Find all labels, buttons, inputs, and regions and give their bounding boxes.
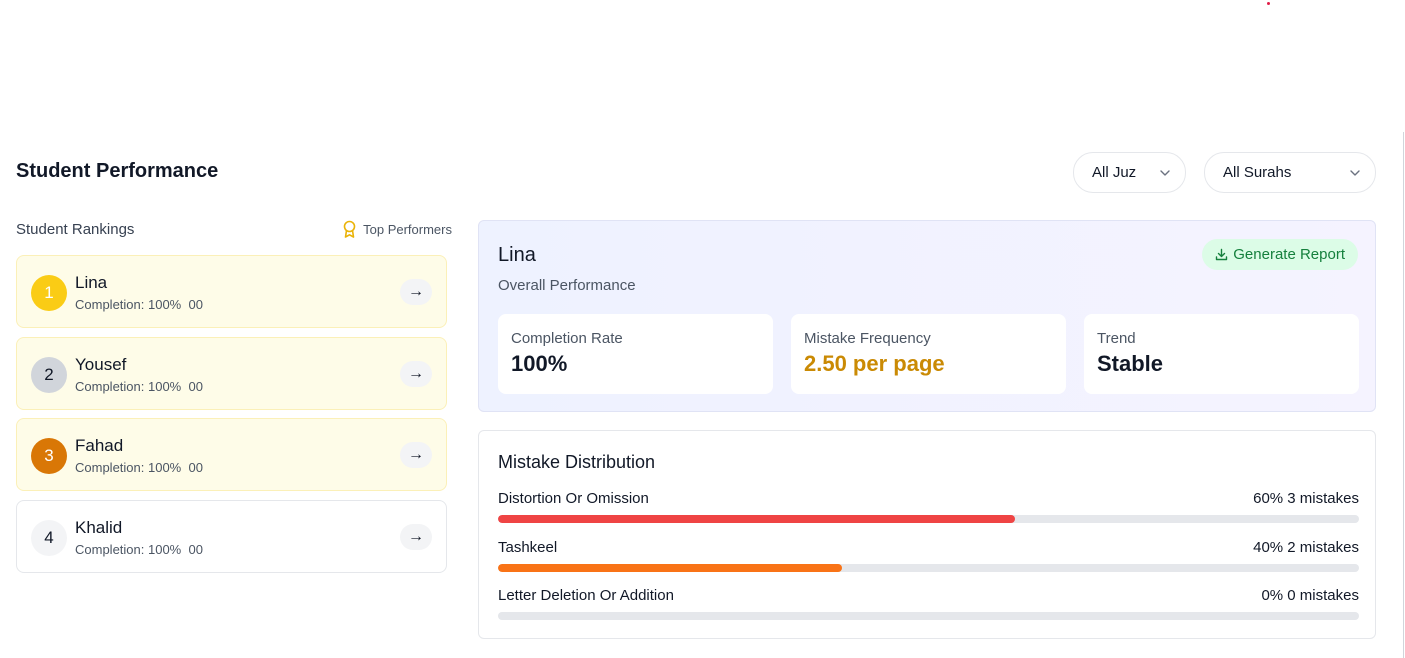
trend-card: Trend Stable xyxy=(1084,314,1359,394)
student-completion: Completion: 100% 00 xyxy=(75,542,203,557)
distribution-label: Letter Deletion Or Addition xyxy=(498,587,674,604)
student-name: Fahad xyxy=(75,436,124,455)
top-performers-text: Top Performers xyxy=(363,221,452,237)
surah-filter-value: All Surahs xyxy=(1223,164,1292,181)
completion-extra: 00 xyxy=(188,460,203,475)
student-rank-card-yousef[interactable]: 2 Yousef Completion: 100% 00 → xyxy=(16,337,447,410)
distribution-row: Distortion Or Omission 60% 3 mistakes xyxy=(498,490,1359,523)
page-title: Student Performance xyxy=(16,160,219,182)
juz-filter-select[interactable]: All Juz xyxy=(1073,152,1186,193)
distribution-summary: 60% 3 mistakes xyxy=(1253,490,1359,507)
distribution-label: Tashkeel xyxy=(498,539,558,556)
view-student-button[interactable]: → xyxy=(400,442,432,468)
mistake-distribution-title: Mistake Distribution xyxy=(498,452,656,472)
completion-extra: 00 xyxy=(188,379,203,394)
student-performance-panel: Lina Overall Performance Generate Report… xyxy=(478,220,1376,412)
distribution-summary: 40% 2 mistakes xyxy=(1253,539,1359,556)
rank-badge: 1 xyxy=(31,275,67,311)
completion-text: Completion: 100% xyxy=(75,542,182,557)
generate-report-label: Generate Report xyxy=(1233,246,1345,263)
completion-text: Completion: 100% xyxy=(75,460,182,475)
stat-label: Mistake Frequency xyxy=(804,330,931,347)
distribution-summary: 0% 0 mistakes xyxy=(1261,587,1359,604)
view-student-button[interactable]: → xyxy=(400,524,432,550)
distribution-row: Tashkeel 40% 2 mistakes xyxy=(498,539,1359,572)
completion-rate-card: Completion Rate 100% xyxy=(498,314,773,394)
chevron-down-icon xyxy=(1350,169,1360,176)
distribution-label: Distortion Or Omission xyxy=(498,490,649,507)
distribution-row: Letter Deletion Or Addition 0% 0 mistake… xyxy=(498,587,1359,620)
student-name: Yousef xyxy=(75,355,127,374)
student-name: Khalid xyxy=(75,518,123,537)
stat-label: Trend xyxy=(1097,330,1136,347)
completion-text: Completion: 100% xyxy=(75,297,182,312)
student-rank-card-lina[interactable]: 1 Lina Completion: 100% 00 → xyxy=(16,255,447,328)
top-performers-label: Top Performers xyxy=(342,220,452,238)
rank-badge: 3 xyxy=(31,438,67,474)
student-rank-card-khalid[interactable]: 4 Khalid Completion: 100% 00 → xyxy=(16,500,447,573)
generate-report-button[interactable]: Generate Report xyxy=(1202,239,1358,270)
completion-text: Completion: 100% xyxy=(75,379,182,394)
distribution-bar-fill xyxy=(498,564,843,572)
stat-label: Completion Rate xyxy=(511,330,623,347)
stat-value: Stable xyxy=(1097,351,1164,376)
panel-divider xyxy=(1403,132,1404,658)
stat-value: 2.50 per page xyxy=(804,351,945,376)
rank-badge: 4 xyxy=(31,520,67,556)
decorative-dot xyxy=(1267,2,1270,5)
stat-value: 100% xyxy=(511,351,568,376)
mistake-distribution-panel: Mistake Distribution Distortion Or Omiss… xyxy=(478,430,1376,639)
surah-filter-select[interactable]: All Surahs xyxy=(1204,152,1376,193)
student-completion: Completion: 100% 00 xyxy=(75,297,203,312)
juz-filter-value: All Juz xyxy=(1092,164,1137,181)
selected-student-name: Lina xyxy=(498,244,536,266)
completion-extra: 00 xyxy=(188,542,203,557)
arrow-right-icon: → xyxy=(408,365,424,382)
distribution-bar-fill xyxy=(498,515,1015,523)
student-completion: Completion: 100% 00 xyxy=(75,379,203,394)
completion-extra: 00 xyxy=(188,297,203,312)
view-student-button[interactable]: → xyxy=(400,361,432,387)
award-icon xyxy=(343,220,356,238)
rankings-header: Student Rankings Top Performers xyxy=(16,220,452,238)
view-student-button[interactable]: → xyxy=(400,279,432,305)
student-rank-card-fahad[interactable]: 3 Fahad Completion: 100% 00 → xyxy=(16,418,447,491)
student-name: Lina xyxy=(75,273,108,292)
arrow-right-icon: → xyxy=(408,446,424,463)
mistake-frequency-card: Mistake Frequency 2.50 per page xyxy=(791,314,1066,394)
distribution-bar-track xyxy=(498,515,1359,523)
rankings-title: Student Rankings xyxy=(16,220,135,238)
overall-performance-label: Overall Performance xyxy=(498,277,636,294)
distribution-bar-track xyxy=(498,564,1359,572)
rank-badge: 2 xyxy=(31,357,67,393)
arrow-right-icon: → xyxy=(408,528,424,545)
student-completion: Completion: 100% 00 xyxy=(75,460,203,475)
chevron-down-icon xyxy=(1160,169,1170,176)
download-icon xyxy=(1216,248,1228,261)
arrow-right-icon: → xyxy=(408,283,424,300)
distribution-bar-track xyxy=(498,612,1359,620)
